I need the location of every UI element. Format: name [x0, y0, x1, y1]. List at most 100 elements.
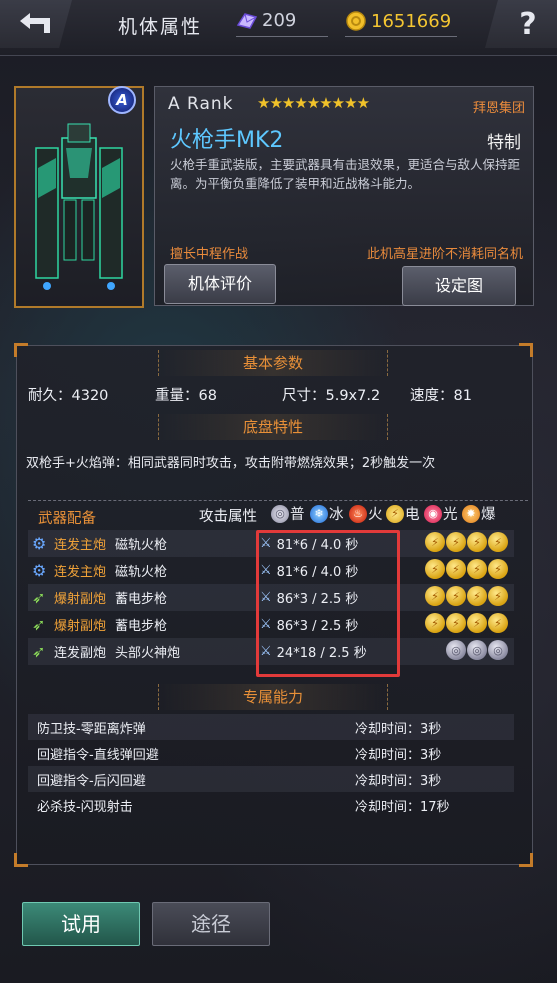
skill-name: 回避指令-后闪回避 [37, 774, 146, 789]
gold-underline [345, 36, 457, 37]
obtain-path-button[interactable]: 途径 [152, 902, 270, 946]
crystal-underline [236, 36, 328, 37]
upgrade-note: 此机高星进阶不消耗同名机 [366, 247, 523, 262]
element-label: 电 [405, 507, 420, 523]
weapon-name: 磁轨火枪 [115, 538, 168, 553]
skill-name: 防卫技-零距离炸弹 [37, 722, 146, 737]
star-rating: ★★★★★★★★★ [257, 94, 370, 112]
electric-coin-icon: ⚡ [467, 559, 487, 579]
light-element-icon: ◉ [424, 504, 442, 523]
element-coins: ⚡ ⚡ ⚡ ⚡ [425, 613, 508, 633]
back-arrow-icon [20, 13, 50, 33]
chassis-description: 双枪手+火焰弹：相同武器同时攻击，攻击附带燃烧效果；2秒触发一次 [26, 456, 436, 471]
rank-label: A Rank [168, 94, 234, 114]
mech-name: 火枪手MK2 [170, 128, 284, 153]
panel-corner-bl [14, 853, 28, 867]
rank-badge: A [108, 86, 136, 114]
skill-cooldown: 冷却时间：17秒 [355, 800, 450, 815]
electric-coin-icon: ⚡ [446, 586, 466, 606]
speed-stat: 速度：81 [410, 388, 472, 404]
weapon-name: 蓄电步枪 [115, 619, 168, 634]
element-explosive: ✸ 爆 [462, 503, 496, 524]
railgun-icon: ⚙ [32, 561, 47, 580]
gold-coin-icon [346, 11, 366, 31]
weapon-type: 连发主炮 [54, 565, 107, 580]
electric-coin-icon: ⚡ [467, 532, 487, 552]
electric-element-icon: ⚡ [386, 504, 404, 523]
weapon-type: 连发副炮 [54, 646, 107, 661]
skill-cooldown: 冷却时间：3秒 [355, 722, 442, 737]
element-label: 普 [290, 507, 305, 523]
element-coins: ⚡ ⚡ ⚡ ⚡ [425, 586, 508, 606]
specialty-tag: 擅长中程作战 [170, 247, 249, 262]
weapon-type: 爆射副炮 [54, 619, 107, 634]
panel-corner-br [519, 853, 533, 867]
electric-coin-icon: ⚡ [425, 559, 445, 579]
normal-coin-icon: ◎ [488, 640, 508, 660]
weapon-name: 头部火神炮 [115, 646, 181, 661]
railgun-icon: ⚙ [32, 534, 47, 553]
vulcan-icon: ➶ [32, 642, 46, 661]
attack-attr-label: 攻击属性 [199, 509, 257, 525]
element-light: ◉ 光 [424, 503, 458, 524]
mech-figure-icon [35, 123, 123, 290]
size-stat: 尺寸：5.9x7.2 [282, 388, 381, 404]
concept-art-button[interactable]: 设定图 [402, 266, 516, 306]
page-title: 机体属性 [118, 16, 203, 38]
element-fire: ♨ 火 [349, 503, 383, 524]
exclusive-skills-title: 专属能力 [158, 684, 388, 710]
electric-coin-icon: ⚡ [467, 613, 487, 633]
electric-coin-icon: ⚡ [488, 586, 508, 606]
element-coins: ⚡ ⚡ ⚡ ⚡ [425, 532, 508, 552]
electric-coin-icon: ⚡ [446, 532, 466, 552]
element-coins: ⚡ ⚡ ⚡ ⚡ [425, 559, 508, 579]
weapon-type: 爆射副炮 [54, 592, 107, 607]
electric-coin-icon: ⚡ [425, 586, 445, 606]
panel-corner-tl [14, 343, 28, 357]
normal-element-icon: ◎ [271, 504, 289, 523]
skill-name: 必杀技-闪现射击 [37, 800, 133, 815]
element-electric: ⚡ 电 [386, 503, 420, 524]
element-label: 爆 [481, 507, 496, 523]
weapon-type: 连发主炮 [54, 538, 107, 553]
ice-element-icon: ❄ [310, 504, 328, 523]
electric-coin-icon: ⚡ [425, 532, 445, 552]
trial-button[interactable]: 试用 [22, 902, 140, 946]
electric-coin-icon: ⚡ [425, 613, 445, 633]
normal-coin-icon: ◎ [446, 640, 466, 660]
skill-name: 回避指令-直线弹回避 [37, 748, 159, 763]
crystal-icon [236, 12, 258, 29]
mech-evaluation-button[interactable]: 机体评价 [164, 264, 276, 304]
electric-coin-icon: ⚡ [488, 559, 508, 579]
weapon-name: 蓄电步枪 [115, 592, 168, 607]
rifle-icon: ➶ [32, 615, 46, 634]
skill-row: 必杀技-闪现射击 冷却时间：17秒 [28, 792, 514, 818]
basic-params-title: 基本参数 [158, 350, 388, 376]
mech-type: 特制 [487, 133, 521, 153]
gold-count: 1651669 [371, 10, 452, 32]
rifle-icon: ➶ [32, 588, 46, 607]
weight-stat: 重量：68 [155, 388, 217, 404]
panel-corner-tr [519, 343, 533, 357]
element-coins: ◎ ◎ ◎ [446, 640, 508, 660]
weapons-title: 武器配备 [38, 511, 96, 527]
weapon-name: 磁轨火枪 [115, 565, 168, 580]
normal-coin-icon: ◎ [467, 640, 487, 660]
explosive-element-icon: ✸ [462, 504, 480, 523]
electric-coin-icon: ⚡ [446, 559, 466, 579]
durability-stat: 耐久：4320 [28, 388, 109, 404]
fire-element-icon: ♨ [349, 504, 367, 523]
electric-coin-icon: ⚡ [488, 532, 508, 552]
element-normal: ◎ 普 [271, 503, 305, 524]
skill-cooldown: 冷却时间：3秒 [355, 774, 442, 789]
element-label: 冰 [329, 507, 344, 523]
skill-row: 回避指令-直线弹回避 冷却时间：3秒 [28, 740, 514, 766]
skill-row: 回避指令-后闪回避 冷却时间：3秒 [28, 766, 514, 792]
element-ice: ❄ 冰 [310, 503, 344, 524]
electric-coin-icon: ⚡ [446, 613, 466, 633]
electric-coin-icon: ⚡ [488, 613, 508, 633]
skill-row: 防卫技-零距离炸弹 冷却时间：3秒 [28, 714, 514, 740]
electric-coin-icon: ⚡ [467, 586, 487, 606]
maker-label: 拜恩集团 [472, 101, 525, 116]
mech-portrait [14, 86, 144, 308]
